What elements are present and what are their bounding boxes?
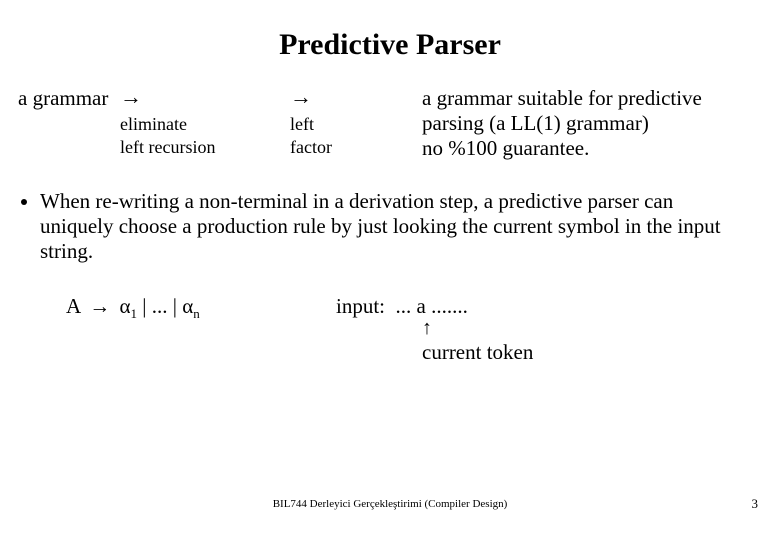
bullet-list: When re-writing a non-terminal in a deri… — [40, 189, 762, 264]
arrow-icon: → — [290, 86, 422, 108]
result-line1: a grammar suitable for predictive — [422, 86, 762, 111]
result-line3: no %100 guarantee. — [422, 136, 762, 161]
rule-alts: | ... | — [142, 294, 182, 318]
footer-text: BIL744 Derleyici Gerçekleştirimi (Compil… — [0, 498, 780, 510]
input-label: input: — [336, 294, 385, 318]
alpha-n: α — [182, 294, 193, 318]
step1-line1: eliminate — [120, 114, 290, 135]
rule-lhs: A — [66, 294, 80, 318]
arrow-icon: → — [120, 86, 290, 108]
arrow-up-icon: ↑ — [422, 318, 432, 338]
pipeline-row: a grammar → eliminate left recursion → l… — [18, 86, 762, 161]
step2-line1: left — [290, 114, 422, 135]
production-rule: A → α1 | ... | αn — [66, 294, 336, 322]
result-line2: parsing (a LL(1) grammar) — [422, 111, 762, 136]
alpha-n-sub: n — [193, 306, 200, 321]
current-token-label: current token — [422, 340, 533, 365]
bullet-item: When re-writing a non-terminal in a deri… — [40, 189, 762, 264]
input-rest: ... a ....... — [385, 294, 468, 318]
slide-title: Predictive Parser — [18, 28, 762, 62]
step2-line2: factor — [290, 137, 422, 158]
page-number: 3 — [752, 496, 759, 512]
rule-block: A → α1 | ... | αn input: ... a ....... ↑… — [66, 294, 762, 404]
input-string: input: ... a ....... ↑ current token — [336, 294, 468, 319]
pipeline-start: a grammar — [18, 86, 120, 111]
alpha-1-sub: 1 — [131, 306, 138, 321]
alpha-1: α — [120, 294, 131, 318]
step1-line2: left recursion — [120, 137, 290, 158]
arrow-icon: → — [85, 294, 114, 318]
